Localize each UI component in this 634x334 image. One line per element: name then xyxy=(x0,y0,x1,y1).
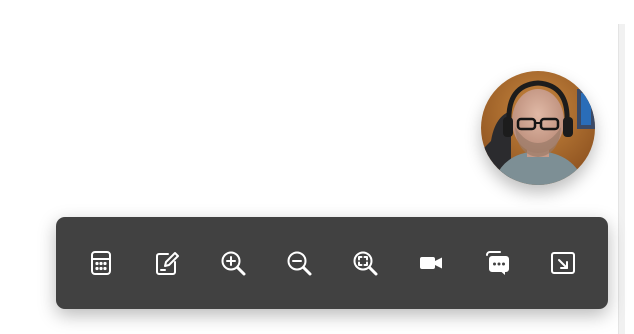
calculator-button[interactable] xyxy=(84,246,118,280)
webcam-video-feed xyxy=(481,71,595,185)
screen xyxy=(0,0,634,334)
webcam-bubble[interactable] xyxy=(481,71,595,185)
picture-in-picture-exit-button[interactable] xyxy=(546,246,580,280)
window-edge xyxy=(618,24,625,334)
chat-bubble-icon xyxy=(486,251,509,275)
edit-note-icon xyxy=(156,252,179,275)
video-camera-button[interactable] xyxy=(414,246,448,280)
picture-in-picture-exit-icon xyxy=(551,252,575,274)
zoom-in-button[interactable] xyxy=(216,246,250,280)
zoom-out-button[interactable] xyxy=(282,246,316,280)
zoom-fit-button[interactable] xyxy=(348,246,382,280)
calculator-icon xyxy=(91,251,111,275)
edit-note-button[interactable] xyxy=(150,246,184,280)
zoom-out-icon xyxy=(287,251,312,276)
floating-toolbar xyxy=(56,217,608,309)
chat-button[interactable] xyxy=(480,246,514,280)
zoom-in-icon xyxy=(221,251,246,276)
zoom-fit-icon xyxy=(353,251,378,276)
video-camera-icon xyxy=(420,257,442,269)
